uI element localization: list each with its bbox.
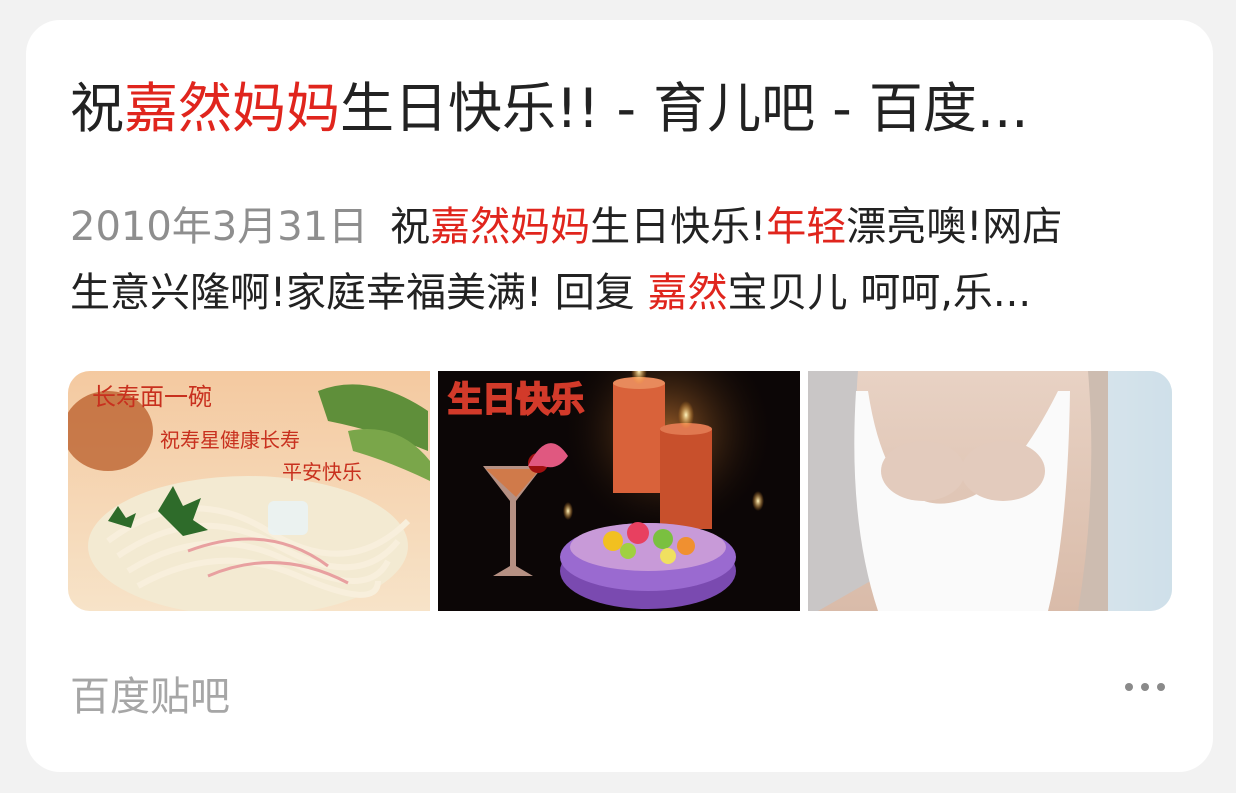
snippet-highlight: 嘉然妈妈 — [430, 204, 591, 250]
more-dot — [1157, 683, 1165, 691]
cake-caption: 生日快乐 — [448, 380, 584, 420]
more-dot — [1141, 683, 1149, 691]
title-suffix: 生日快乐!! - 育儿吧 - 百度... — [340, 77, 1029, 140]
result-source[interactable]: 百度贴吧 — [70, 664, 230, 722]
snippet-date: 2010年3月31日 — [70, 204, 369, 250]
noodle-caption-1: 长寿面一碗 — [92, 383, 212, 411]
noodle-caption-2: 祝寿星健康长寿 — [160, 428, 300, 452]
snippet-text: 祝 — [390, 204, 431, 250]
search-result-card[interactable]: 祝嘉然妈妈生日快乐!! - 育儿吧 - 百度... 2010年3月31日 祝嘉然妈… — [26, 20, 1213, 772]
more-dots-icon[interactable] — [1125, 678, 1165, 696]
snippet-highlight: 年轻 — [766, 204, 847, 250]
snippet-line-1: 2010年3月31日 祝嘉然妈妈生日快乐!年轻漂亮噢!网店 — [70, 194, 1170, 260]
snippet-line-1-text: 祝嘉然妈妈生日快乐!年轻漂亮噢!网店 — [390, 204, 1062, 250]
birthday-cake-image[interactable]: 生日快乐 — [438, 371, 800, 611]
snippet-text: 宝贝儿 呵呵,乐... — [727, 270, 1032, 316]
snippet-text: 漂亮噢!网店 — [846, 204, 1063, 250]
title-prefix: 祝 — [70, 77, 124, 140]
noodle-caption-3: 平安快乐 — [282, 460, 362, 484]
snippet-highlight: 嘉然 — [647, 270, 728, 316]
snippet-line-2: 生意兴隆啊!家庭幸福美满! 回复 嘉然宝贝儿 呵呵,乐... — [70, 260, 1170, 326]
snippet-text: 生日快乐! — [590, 204, 767, 250]
result-title[interactable]: 祝嘉然妈妈生日快乐!! - 育儿吧 - 百度... — [70, 76, 1170, 142]
noodle-image[interactable]: 长寿面一碗 祝寿星健康长寿 平安快乐 — [68, 371, 430, 611]
more-dot — [1125, 683, 1133, 691]
result-images[interactable]: 长寿面一碗 祝寿星健康长寿 平安快乐 生日快乐 — [68, 371, 1172, 611]
result-snippet: 2010年3月31日 祝嘉然妈妈生日快乐!年轻漂亮噢!网店 生意兴隆啊!家庭幸福美… — [70, 194, 1170, 326]
title-highlight: 嘉然妈妈 — [124, 77, 340, 140]
snippet-text: 生意兴隆啊!家庭幸福美满! 回复 — [70, 270, 648, 316]
woman-photo-image[interactable] — [808, 371, 1172, 611]
